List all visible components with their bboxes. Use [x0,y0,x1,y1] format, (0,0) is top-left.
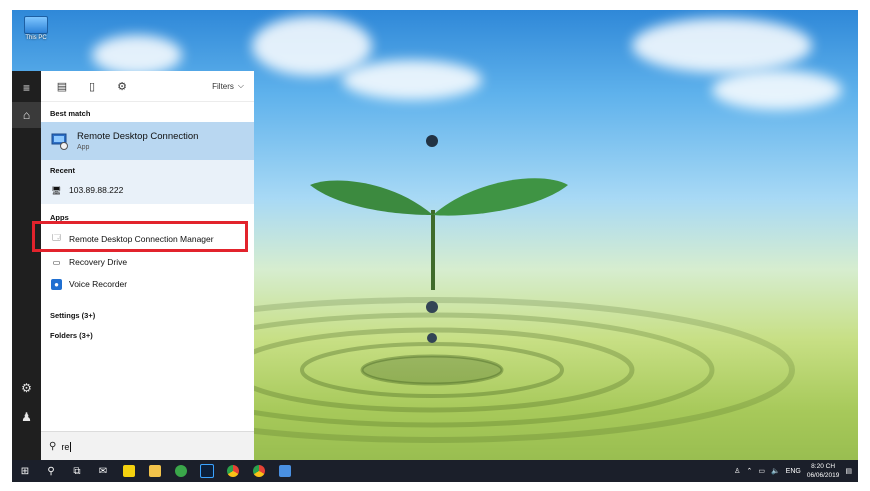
mail-icon[interactable]: ✉ [90,460,116,482]
recent-item[interactable]: 🖥 103.89.88.222 [41,180,254,200]
clock-time: 8:20 CH [811,463,836,470]
app-item-voice-recorder[interactable]: ● Voice Recorder [41,274,254,294]
settings-results-link[interactable]: Settings (3+) [41,311,95,320]
best-match-item[interactable]: Remote Desktop Connection App [41,122,254,160]
app-item-recovery-drive[interactable]: ▭ Recovery Drive [41,252,254,272]
photoshop-icon[interactable] [194,460,220,482]
recent-item-label: 103.89.88.222 [69,185,124,195]
computer-icon [24,16,48,34]
all-results-icon[interactable]: ▤ [51,75,73,97]
search-toolbar: ▤ ▯ ⚙ Filters ⌵ [41,71,254,102]
chrome-icon[interactable] [220,460,246,482]
language-indicator[interactable]: ENG [786,468,801,475]
hamburger-icon[interactable]: ≡ [12,75,41,101]
user-icon[interactable]: ♟ [12,404,41,430]
system-tray: ♙ ⌃ ▭ 🔈 ENG 8:20 CH 06/06/2019 ▤ [734,462,858,480]
filters-label: Filters [212,81,234,91]
notification-icon[interactable]: ▤ [845,467,852,475]
search-input[interactable]: re [61,441,72,452]
documents-icon[interactable]: ▯ [81,75,103,97]
sticky-notes-icon[interactable] [116,460,142,482]
filters-dropdown[interactable]: Filters ⌵ [212,81,244,91]
taskbar: ⊞ ⚲ ⧉ ✉ ♙ ⌃ ▭ 🔈 ENG 8:20 CH 06/06/2019 ▤ [12,460,858,482]
clock[interactable]: 8:20 CH 06/06/2019 [807,462,840,480]
folders-results-link[interactable]: Folders (3+) [41,331,93,340]
highlight-annotation-box [32,221,248,252]
rdc-taskbar-icon[interactable] [272,460,298,482]
microphone-icon: ● [51,278,62,290]
recent-heading: Recent [50,166,76,175]
start-icon[interactable]: ⊞ [12,460,38,482]
best-match-type: App [77,144,90,151]
app-item-label: Voice Recorder [69,279,128,289]
chevron-down-icon: ⌵ [237,81,244,90]
chevron-up-icon[interactable]: ⌃ [746,467,752,475]
network-icon[interactable]: ▭ [758,467,765,475]
drive-icon: ▭ [52,257,61,267]
recent-section: Recent 🖥 103.89.88.222 [41,160,254,204]
settings-icon[interactable]: ⚙ [12,375,41,401]
desktop-icon-label: This PC [25,35,47,41]
settings-filter-icon[interactable]: ⚙ [111,75,133,97]
clock-date: 06/06/2019 [806,472,840,479]
remote-desktop-icon [51,133,68,150]
search-taskbar-icon[interactable]: ⚲ [38,460,64,482]
task-view-icon[interactable]: ⧉ [64,460,90,482]
search-results-panel: ▤ ▯ ⚙ Filters ⌵ Best match Remote Deskto… [41,71,254,460]
remote-desktop-icon: 🖥 [51,185,62,195]
best-match-heading: Best match [50,109,91,118]
gear-app-icon[interactable] [168,460,194,482]
chrome-alt-icon[interactable] [246,460,272,482]
file-explorer-icon[interactable] [142,460,168,482]
desktop-icon-this-pc[interactable]: This PC [19,16,53,41]
app-item-label: Recovery Drive [69,257,128,267]
search-box[interactable]: ⚲ re [41,431,254,461]
home-icon[interactable]: ⌂ [12,102,41,128]
desktop: This PC ≡ ⌂ ⚙ ♟ ▤ ▯ ⚙ Filters ⌵ Best mat… [12,10,858,482]
people-icon[interactable]: ♙ [734,467,740,475]
search-icon: ⚲ [49,441,57,452]
start-rail: ≡ ⌂ ⚙ ♟ [12,71,41,460]
best-match-name: Remote Desktop Connection [77,131,199,142]
volume-icon[interactable]: 🔈 [771,467,780,475]
